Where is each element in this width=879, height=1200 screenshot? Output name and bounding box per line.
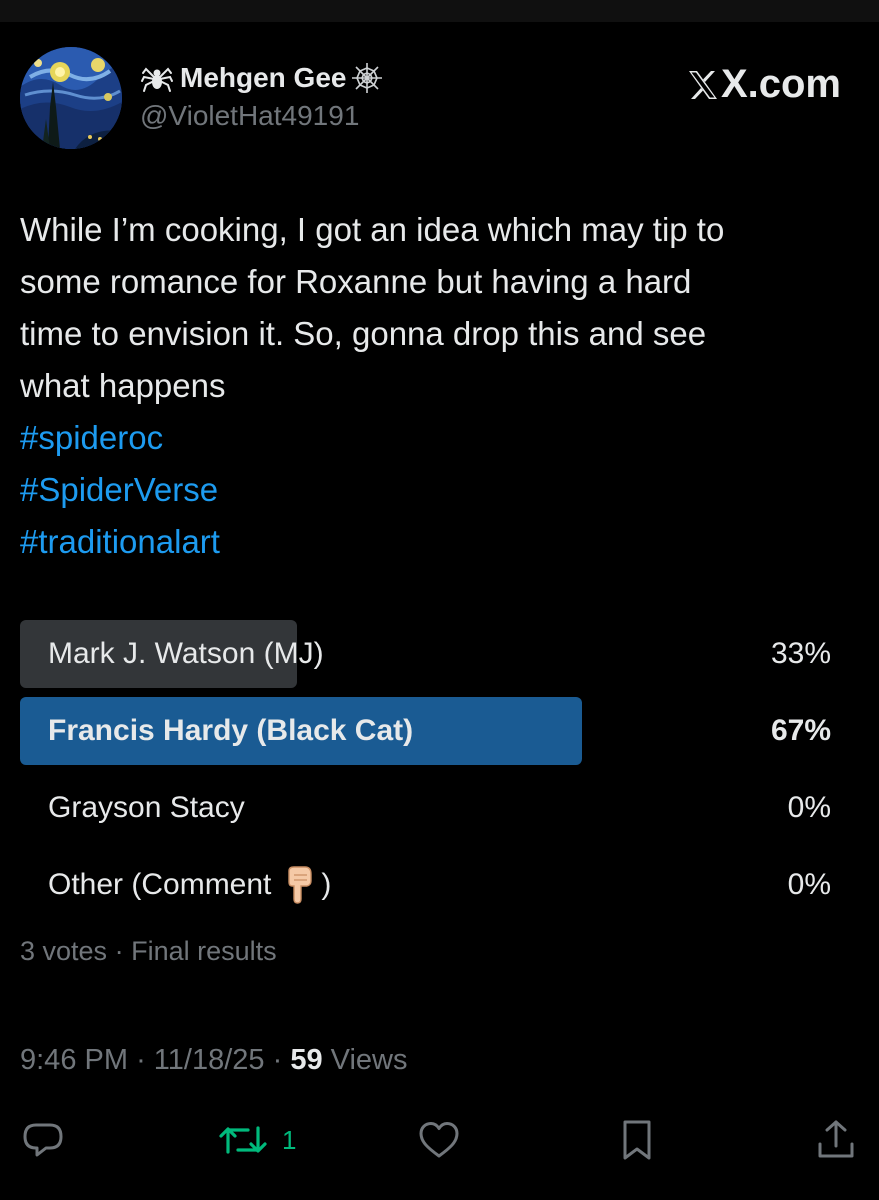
poll-status: Final results — [131, 936, 277, 966]
poll-option-label-text: Other (Comment — [48, 868, 272, 901]
share-icon — [818, 1120, 854, 1158]
hashtag-link-traditionalart[interactable]: #traditionalart — [20, 516, 860, 568]
timestamp-separator: · — [272, 1044, 283, 1076]
poll-meta-separator: · — [114, 936, 124, 966]
avatar[interactable] — [20, 47, 122, 149]
x-logo-icon — [688, 70, 717, 99]
poll-option-percent: 67% — [770, 714, 831, 747]
poll-option-label: Mark J. Watson (MJ) — [48, 620, 324, 688]
brand-label: X.com — [720, 62, 841, 106]
author-display-name[interactable]: Mehgen Gee — [140, 58, 384, 98]
post-text-line: what happens — [20, 367, 226, 404]
post-time[interactable]: 9:46 PM — [20, 1044, 128, 1076]
poll-option-label-text: Mark J. Watson (MJ) — [48, 637, 324, 670]
post-text-line: While I’m cooking, I got an idea which m… — [20, 211, 725, 248]
share-button[interactable] — [814, 1118, 858, 1162]
reply-icon — [23, 1123, 63, 1157]
poll-option: Grayson Stacy 0% — [20, 774, 831, 842]
brand-watermark: X.com — [687, 62, 841, 107]
poll-option-percent: 0% — [787, 868, 831, 901]
poll: Mark J. Watson (MJ) 33% Francis Hardy (B… — [20, 620, 831, 928]
author-name-text: Mehgen Gee — [180, 62, 347, 93]
pointing-down-hand-icon — [281, 865, 317, 905]
post-text-line: some romance for Roxanne but having a ha… — [20, 263, 692, 300]
top-edge-strip — [0, 0, 879, 22]
bookmark-button[interactable] — [617, 1118, 657, 1162]
hashtag-link-spideroc[interactable]: #spideroc — [20, 412, 860, 464]
poll-votes-count: 3 votes — [20, 936, 108, 966]
poll-option-label: Other (Comment ) — [48, 851, 331, 919]
heart-icon — [419, 1122, 459, 1158]
post-text: While I’m cooking, I got an idea which m… — [20, 204, 860, 568]
poll-option-label: Grayson Stacy — [48, 774, 245, 842]
spider-web-icon — [350, 61, 384, 95]
avatar-painting-image — [20, 47, 122, 149]
post-timestamp: 9:46 PM · 11/18/25 · 59 Views — [20, 1044, 408, 1077]
post-date[interactable]: 11/18/25 — [154, 1044, 265, 1076]
poll-meta: 3 votes · Final results — [20, 936, 277, 967]
timestamp-separator: · — [136, 1044, 146, 1076]
poll-option: Francis Hardy (Black Cat) 67% — [20, 697, 831, 765]
post-text-line: time to envision it. So, gonna drop this… — [20, 315, 707, 352]
views-label: Views — [330, 1044, 408, 1076]
poll-option-percent: 33% — [770, 637, 831, 670]
bookmark-icon — [623, 1120, 651, 1160]
repost-count: 1 — [282, 1124, 297, 1155]
poll-option-percent: 0% — [787, 791, 831, 824]
views-count: 59 — [290, 1044, 323, 1076]
repost-icon — [219, 1126, 267, 1154]
hashtag-link-spiderverse[interactable]: #SpiderVerse — [20, 464, 860, 516]
spider-icon — [140, 61, 174, 95]
poll-option-label-text: Grayson Stacy — [48, 791, 245, 824]
poll-option: Other (Comment ) 0% — [20, 851, 831, 919]
author-handle[interactable]: @VioletHat49191 — [140, 100, 359, 132]
poll-option: Mark J. Watson (MJ) 33% — [20, 620, 831, 688]
poll-option-label-suffix: ) — [321, 868, 332, 901]
like-button[interactable] — [416, 1118, 462, 1162]
poll-option-label: Francis Hardy (Black Cat) — [48, 697, 413, 765]
poll-option-label-text: Francis Hardy (Black Cat) — [48, 714, 414, 747]
repost-button[interactable]: 1 — [216, 1118, 296, 1162]
reply-button[interactable] — [20, 1118, 66, 1162]
